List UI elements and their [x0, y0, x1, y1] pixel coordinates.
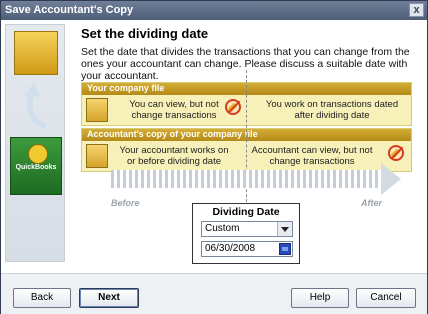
panel-header-label: Accountant's copy of your company file: [87, 129, 258, 139]
side-panel: QuickBooks: [5, 24, 65, 262]
button-bar: Back Next Help Cancel: [1, 273, 427, 314]
quickbooks-logo-text: QuickBooks: [15, 164, 57, 171]
timeline-arrow-head-icon: [381, 163, 401, 195]
timeline-arrow: [111, 170, 381, 188]
title-bar: Save Accountant's Copy x: [1, 1, 427, 20]
accountant-right-text: Accountant can view, but not change tran…: [251, 145, 373, 167]
company-file-icon: [86, 98, 108, 122]
company-right-text: You work on transactions dated after div…: [265, 99, 399, 121]
company-left-text: You can view, but not change transaction…: [129, 99, 219, 121]
back-button[interactable]: Back: [13, 288, 71, 308]
accountant-copy-icon: [86, 144, 108, 168]
curved-arrow-icon: [24, 83, 48, 129]
chevron-down-icon[interactable]: [277, 222, 292, 236]
dividing-date-select[interactable]: Custom: [201, 221, 293, 237]
no-edit-icon: [225, 99, 241, 115]
panel-header-label: Your company file: [87, 83, 165, 93]
quickbooks-logo: QuickBooks: [10, 137, 62, 195]
before-label: Before: [111, 198, 140, 208]
cancel-button[interactable]: Cancel: [356, 288, 416, 308]
dialog-window: Save Accountant's Copy x QuickBooks Set …: [0, 0, 428, 314]
close-button[interactable]: x: [409, 3, 424, 17]
no-edit-icon: [388, 145, 404, 161]
next-button[interactable]: Next: [79, 288, 139, 308]
page-title: Set the dividing date: [81, 26, 209, 41]
quickbooks-badge-icon: [28, 144, 48, 164]
dialog-content: QuickBooks Set the dividing date Set the…: [1, 20, 427, 273]
window-title: Save Accountant's Copy: [5, 4, 134, 16]
company-file-icon: [14, 31, 58, 75]
dividing-date-box: Dividing Date Custom 06/30/2008: [192, 203, 300, 264]
dividing-date-field[interactable]: 06/30/2008: [201, 241, 293, 257]
after-label: After: [361, 198, 383, 208]
dividing-date-title: Dividing Date: [212, 206, 280, 218]
calendar-icon[interactable]: [279, 243, 291, 255]
dividing-date-select-value: Custom: [205, 223, 240, 234]
dividing-date-value: 06/30/2008: [205, 243, 256, 254]
accountant-left-text: Your accountant works on or before divid…: [119, 145, 229, 167]
help-button[interactable]: Help: [291, 288, 349, 308]
